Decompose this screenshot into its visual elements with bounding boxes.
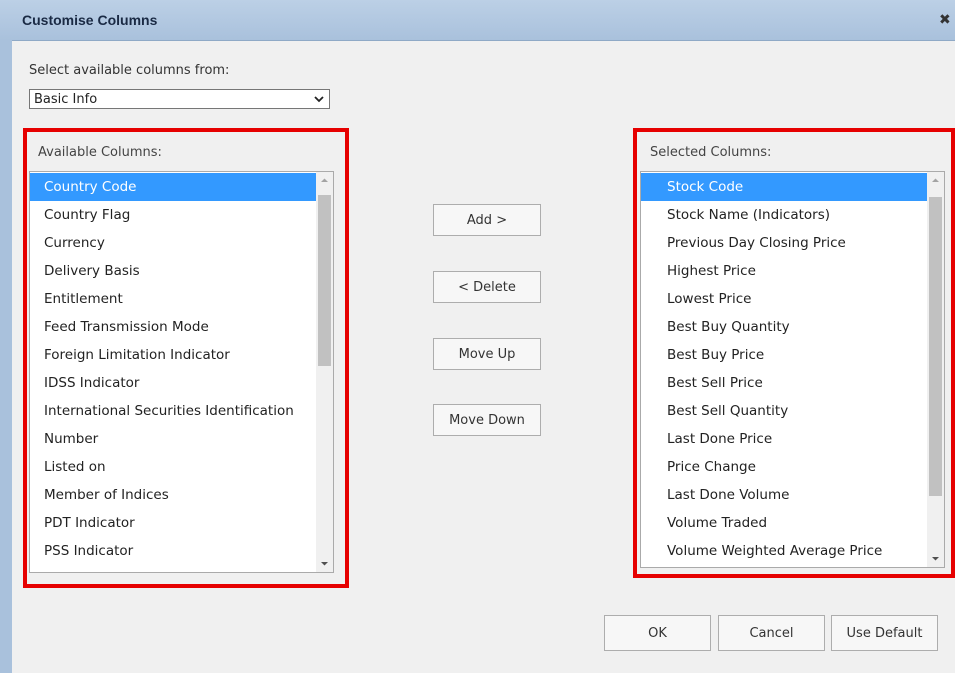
scroll-down-icon[interactable] [927, 550, 944, 567]
list-item[interactable]: IDSS Indicator [30, 369, 316, 397]
list-item[interactable]: Currency [30, 229, 316, 257]
list-item[interactable]: Member of Indices [30, 481, 316, 509]
list-item[interactable]: Lowest Price [641, 285, 927, 313]
list-item[interactable]: Entitlement [30, 285, 316, 313]
list-item[interactable]: Listed on [30, 453, 316, 481]
chevron-down-icon [314, 96, 324, 103]
dialog-title: Customise Columns [22, 12, 158, 28]
scroll-down-icon[interactable] [316, 555, 333, 572]
add-button[interactable]: Add > [433, 204, 541, 236]
list-item[interactable]: Stock Name (Indicators) [641, 201, 927, 229]
list-item[interactable]: Last Done Volume [641, 481, 927, 509]
list-item[interactable]: Best Buy Quantity [641, 313, 927, 341]
cancel-button[interactable]: Cancel [718, 615, 825, 651]
use-default-button[interactable]: Use Default [831, 615, 938, 651]
list-item[interactable]: Number [30, 425, 316, 453]
list-item[interactable]: International Securities Identification [30, 397, 316, 425]
list-item[interactable]: Stock Code [641, 173, 927, 201]
list-item[interactable]: Feed Transmission Mode [30, 313, 316, 341]
list-item[interactable]: PSS Indicator [30, 537, 316, 565]
available-scroll-thumb[interactable] [318, 195, 331, 366]
dialog-left-border [0, 40, 12, 673]
list-item[interactable]: Country Flag [30, 201, 316, 229]
available-columns-label: Available Columns: [38, 145, 162, 160]
list-item[interactable]: Price Change [641, 453, 927, 481]
list-item[interactable]: Highest Price [641, 257, 927, 285]
list-item[interactable]: Volume Weighted Average Price [641, 537, 927, 565]
selected-scroll-thumb[interactable] [929, 197, 942, 496]
move-down-button[interactable]: Move Down [433, 404, 541, 436]
list-item[interactable]: Delivery Basis [30, 257, 316, 285]
available-columns-items: Country Code Country Flag Currency Delivery… [30, 172, 316, 572]
customise-columns-dialog: Customise Columns ✖ Select available col… [0, 0, 955, 673]
list-item[interactable]: Best Sell Price [641, 369, 927, 397]
scroll-up-icon[interactable] [316, 172, 333, 189]
list-item[interactable]: Previous Day Closing Price [641, 229, 927, 257]
available-scrollbar[interactable] [316, 172, 333, 572]
move-up-button[interactable]: Move Up [433, 338, 541, 370]
selected-scrollbar[interactable] [927, 172, 944, 567]
scroll-up-icon[interactable] [927, 172, 944, 189]
selected-columns-list[interactable]: Stock Code Stock Name (Indicators) Previou… [640, 171, 945, 568]
list-item[interactable]: Best Sell Quantity [641, 397, 927, 425]
close-icon[interactable]: ✖ [939, 12, 955, 28]
delete-button[interactable]: < Delete [433, 271, 541, 303]
available-columns-list[interactable]: Country Code Country Flag Currency Delivery… [29, 171, 334, 573]
column-source-value: Basic Info [34, 92, 98, 107]
dialog-titlebar[interactable]: Customise Columns ✖ [0, 0, 955, 41]
list-item[interactable]: Foreign Limitation Indicator [30, 341, 316, 369]
list-item[interactable]: PDT Indicator [30, 509, 316, 537]
list-item[interactable]: Last Done Price [641, 425, 927, 453]
ok-button[interactable]: OK [604, 615, 711, 651]
list-item[interactable]: Volume Traded [641, 509, 927, 537]
selected-columns-label: Selected Columns: [650, 145, 772, 160]
column-source-select[interactable]: Basic Info [29, 89, 330, 109]
list-item[interactable]: Best Buy Price [641, 341, 927, 369]
source-label: Select available columns from: [29, 63, 230, 78]
list-item[interactable]: Country Code [30, 173, 316, 201]
selected-columns-items: Stock Code Stock Name (Indicators) Previou… [641, 172, 927, 567]
